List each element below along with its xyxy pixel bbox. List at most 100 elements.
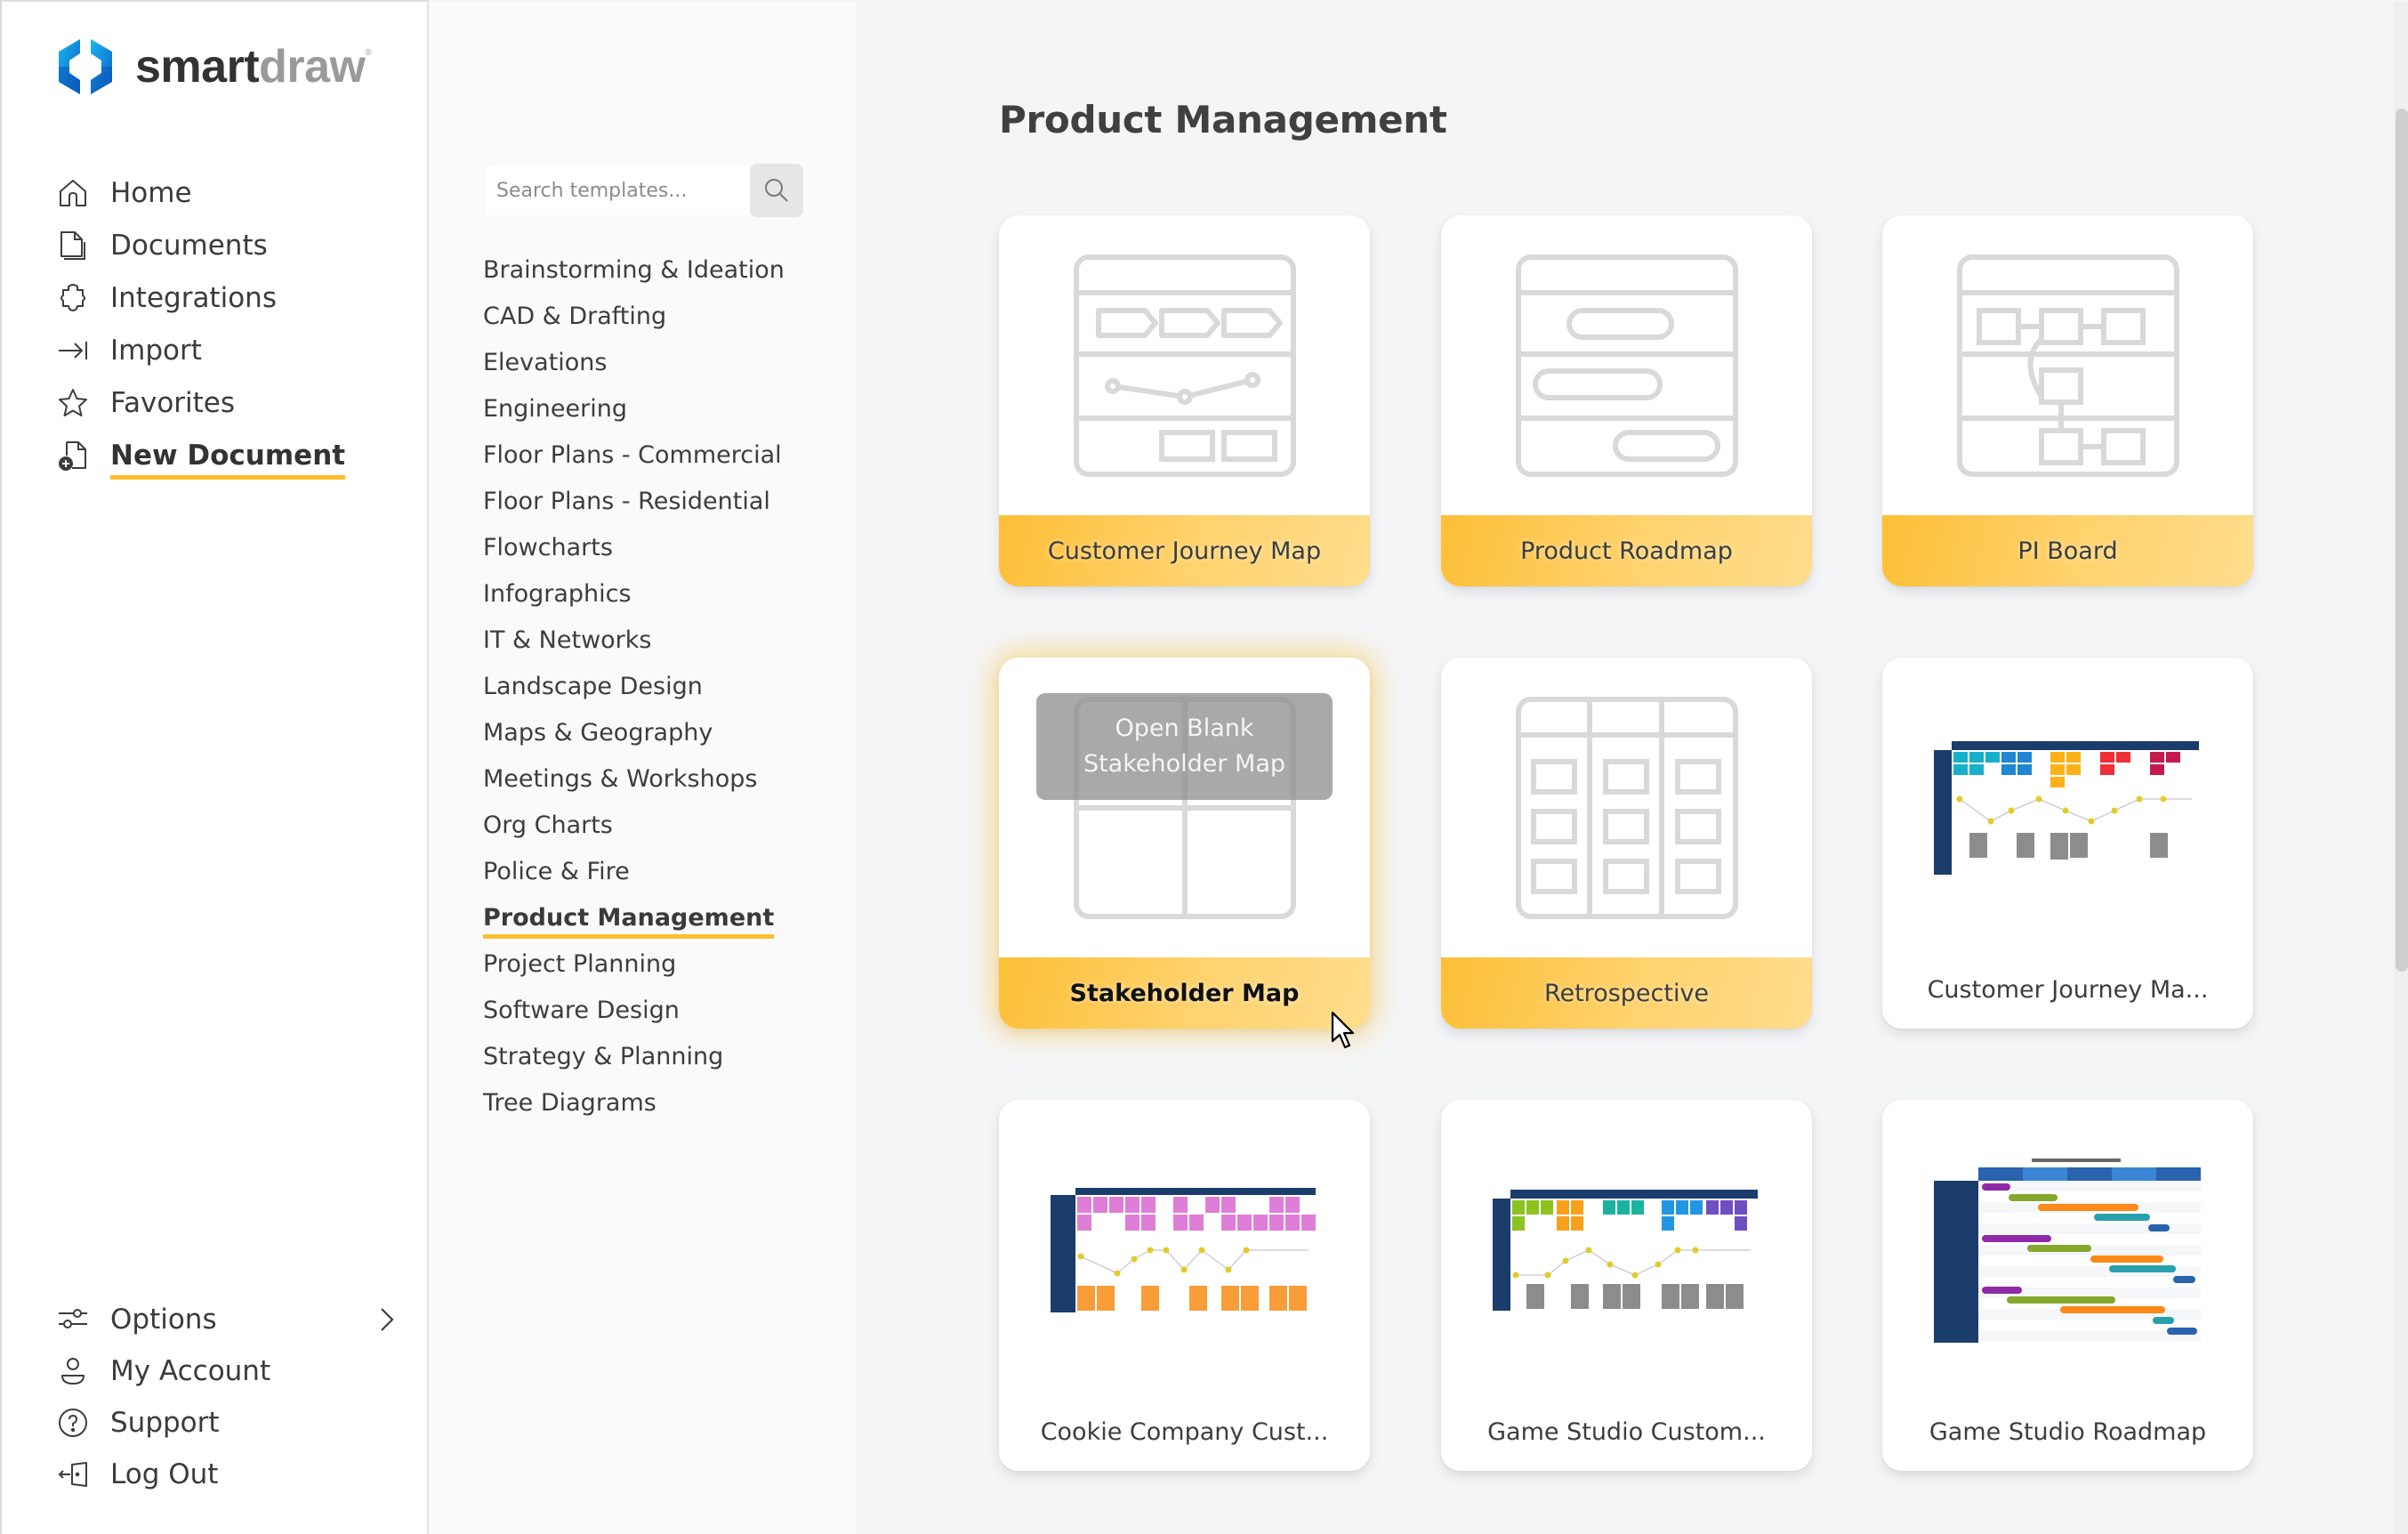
nav-item-new-document[interactable]: New Document	[57, 429, 395, 481]
nav-item-documents[interactable]: Documents	[57, 219, 395, 271]
card-label: Game Studio Custom...	[1441, 1393, 1812, 1471]
category-item[interactable]: CAD & Drafting	[483, 299, 785, 345]
category-item[interactable]: Floor Plans - Residential	[483, 484, 785, 530]
nav-label-integrations: Integrations	[110, 281, 277, 314]
logo-text-primary: smart	[135, 41, 260, 93]
nav-item-import[interactable]: Import	[57, 324, 395, 376]
category-panel: Brainstorming & Ideation CAD & Drafting El…	[429, 2, 857, 1534]
nav-label-favorites: Favorites	[110, 386, 236, 419]
category-label: CAD & Drafting	[483, 303, 667, 330]
category-item[interactable]: Project Planning	[483, 947, 785, 993]
template-card-game-studio-roadmap[interactable]: Game Studio Roadmap	[1882, 1100, 2253, 1471]
retrospective-icon	[1515, 696, 1738, 919]
template-card-product-roadmap[interactable]: Product Roadmap	[1441, 215, 1812, 586]
category-label: Floor Plans - Residential	[483, 488, 770, 515]
nav-item-integrations[interactable]: Integrations	[57, 271, 395, 324]
template-card-stakeholder-map[interactable]: Open Blank Stakeholder Map Stakeholder M…	[999, 658, 1370, 1029]
nav-item-support[interactable]: Support	[57, 1397, 395, 1449]
template-search	[485, 164, 803, 217]
template-card-pi-board[interactable]: PI Board	[1882, 215, 2253, 586]
search-button[interactable]	[750, 164, 803, 217]
template-card-retrospective[interactable]: Retrospective	[1441, 658, 1812, 1029]
home-icon	[57, 177, 89, 209]
category-label: Flowcharts	[483, 534, 613, 561]
smartdraw-logo[interactable]: smartdraw®	[57, 37, 372, 96]
category-label: Engineering	[483, 395, 627, 423]
category-list: Brainstorming & Ideation CAD & Drafting El…	[483, 253, 785, 1132]
open-blank-overlay-button[interactable]: Open Blank Stakeholder Map	[1036, 693, 1333, 800]
category-item[interactable]: Brainstorming & Ideation	[483, 253, 785, 299]
nav-item-home[interactable]: Home	[57, 166, 395, 219]
category-label: Org Charts	[483, 811, 613, 839]
category-label: Product Management	[483, 900, 775, 939]
category-item[interactable]: IT & Networks	[483, 623, 785, 669]
card-icon-area	[1441, 658, 1812, 957]
nav-label-options: Options	[110, 1304, 217, 1336]
card-label: Customer Journey Ma...	[1882, 950, 2253, 1029]
primary-nav: Home Documents Integrations Import Favor…	[57, 166, 395, 481]
category-item[interactable]: Org Charts	[483, 808, 785, 854]
puzzle-icon	[57, 282, 89, 314]
scrollbar-thumb[interactable]	[2396, 109, 2408, 972]
template-card-cookie-company[interactable]: Cookie Company Cust...	[999, 1100, 1370, 1471]
category-label: Floor Plans - Commercial	[483, 441, 782, 469]
page-title: Product Management	[999, 98, 1447, 141]
smartdraw-wordmark: smartdraw®	[135, 40, 372, 93]
nav-label-my-account: My Account	[110, 1355, 271, 1387]
user-icon	[57, 1355, 89, 1387]
nav-item-log-out[interactable]: Log Out	[57, 1449, 395, 1500]
game-studio-journey-thumbnail	[1493, 1100, 1760, 1400]
category-item[interactable]: Meetings & Workshops	[483, 762, 785, 808]
customer-journey-map-icon	[1073, 254, 1296, 477]
new-document-icon	[57, 440, 89, 472]
smartdraw-logo-icon	[59, 39, 112, 94]
template-card-game-studio-journey[interactable]: Game Studio Custom...	[1441, 1100, 1812, 1471]
category-label: Project Planning	[483, 950, 677, 978]
category-label: Strategy & Planning	[483, 1043, 724, 1070]
card-label: Customer Journey Map	[999, 515, 1370, 586]
category-item[interactable]: Strategy & Planning	[483, 1039, 785, 1086]
category-item[interactable]: Elevations	[483, 345, 785, 392]
category-label: Infographics	[483, 580, 632, 608]
category-item[interactable]: Tree Diagrams	[483, 1086, 785, 1132]
card-icon-area	[1882, 215, 2253, 515]
category-label: IT & Networks	[483, 626, 652, 654]
nav-item-favorites[interactable]: Favorites	[57, 376, 395, 429]
category-item[interactable]: Flowcharts	[483, 530, 785, 577]
category-item[interactable]: Landscape Design	[483, 669, 785, 715]
template-card-customer-journey-example[interactable]: Customer Journey Ma...	[1882, 658, 2253, 1029]
overlay-line-1: Open Blank	[1115, 715, 1254, 742]
category-item[interactable]: Floor Plans - Commercial	[483, 438, 785, 484]
card-label: Product Roadmap	[1441, 515, 1812, 586]
card-label: Retrospective	[1441, 957, 1812, 1029]
category-label: Tree Diagrams	[483, 1089, 656, 1117]
search-icon	[765, 179, 788, 202]
category-item[interactable]: Police & Fire	[483, 854, 785, 900]
secondary-nav: Options My Account Support Log Out	[57, 1294, 395, 1500]
cookie-journey-thumbnail	[1051, 1100, 1317, 1400]
vertical-scrollbar[interactable]	[2394, 2, 2408, 1534]
import-icon	[57, 335, 89, 367]
mouse-cursor-icon	[1331, 1011, 1355, 1049]
template-card-customer-journey-map[interactable]: Customer Journey Map	[999, 215, 1370, 586]
game-studio-roadmap-thumbnail	[1934, 1100, 2201, 1400]
category-item[interactable]: Maps & Geography	[483, 715, 785, 762]
category-label: Elevations	[483, 349, 608, 376]
pi-board-icon	[1956, 254, 2179, 477]
category-label: Brainstorming & Ideation	[483, 256, 785, 284]
logout-icon	[57, 1458, 89, 1490]
card-label: Cookie Company Cust...	[999, 1393, 1370, 1471]
nav-label-log-out: Log Out	[110, 1458, 219, 1490]
nav-item-my-account[interactable]: My Account	[57, 1345, 395, 1397]
category-item[interactable]: Engineering	[483, 392, 785, 438]
help-icon	[57, 1407, 89, 1439]
category-item[interactable]: Infographics	[483, 577, 785, 623]
journey-map-thumbnail	[1934, 658, 2201, 957]
registered-mark: ®	[365, 48, 372, 58]
category-item[interactable]: Product Management	[483, 900, 785, 947]
category-item[interactable]: Software Design	[483, 993, 785, 1039]
search-templates-input[interactable]	[485, 166, 761, 215]
chevron-right-icon[interactable]	[374, 1306, 399, 1333]
overlay-line-2: Stakeholder Map	[1083, 750, 1286, 778]
nav-item-options[interactable]: Options	[57, 1294, 395, 1345]
